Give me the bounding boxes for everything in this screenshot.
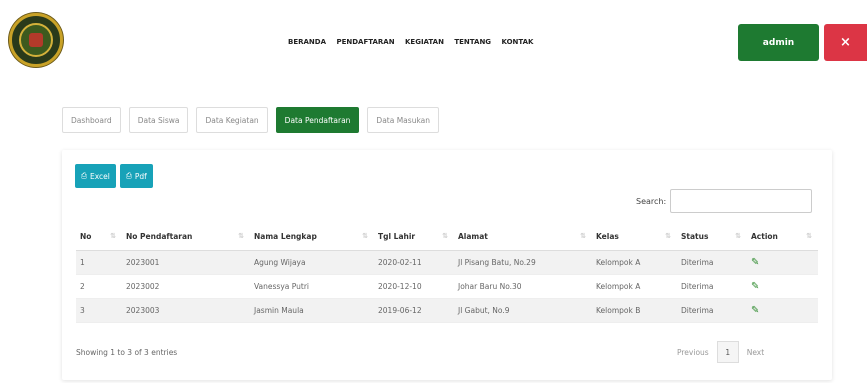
col-header-no-pendaftaran[interactable]: No Pendaftaran ⇅ — [122, 224, 250, 251]
cell-no: 1 — [76, 250, 122, 275]
next-button[interactable]: Next — [747, 348, 764, 357]
col-header-action[interactable]: Action ⇅ — [747, 224, 818, 251]
printer-icon: ⎙ — [81, 171, 87, 180]
close-button[interactable]: × — [824, 24, 867, 61]
tab-dashboard[interactable]: Dashboard — [62, 107, 121, 133]
col-header-no[interactable]: No ⇅ — [76, 224, 122, 251]
export-toolbar: ⎙ Excel ⎙ Pdf — [75, 164, 153, 188]
cell-alamat: Jl Gabut, No.9 — [454, 298, 592, 323]
printer-icon: ⎙ — [125, 171, 132, 180]
nav-kontak[interactable]: KONTAK — [501, 38, 533, 46]
cell-tgl-lahir: 2019-06-12 — [374, 298, 454, 323]
table-row: 3 2023003 Jasmin Maula 2019-06-12 Jl Gab… — [76, 298, 818, 323]
excel-button[interactable]: ⎙ Excel — [75, 164, 116, 188]
nav-kegiatan[interactable]: KEGIATAN — [405, 38, 444, 46]
cell-status: Diterima — [677, 274, 747, 299]
cell-nama: Agung Wijaya — [250, 250, 374, 275]
table-header-row: No ⇅ No Pendaftaran ⇅ Nama Lengkap ⇅ Tgl La… — [76, 224, 818, 251]
cell-alamat: Johar Baru No.30 — [454, 274, 592, 299]
edit-icon[interactable]: ✎ — [751, 305, 759, 316]
pagination: Previous 1 Next — [677, 341, 764, 363]
cell-nama: Vanessya Putri — [250, 274, 374, 299]
excel-label: Excel — [90, 171, 110, 181]
sort-icon: ⇅ — [442, 232, 448, 240]
cell-status: Diterima — [677, 250, 747, 275]
cell-status: Diterima — [677, 298, 747, 323]
edit-icon[interactable]: ✎ — [751, 257, 759, 268]
sort-icon: ⇅ — [238, 232, 244, 240]
cell-no-pendaftaran: 2023001 — [122, 250, 250, 275]
nav-tentang[interactable]: TENTANG — [454, 38, 491, 46]
search-input[interactable] — [670, 189, 813, 213]
edit-icon[interactable]: ✎ — [751, 281, 759, 292]
registration-card: ⎙ Excel ⎙ Pdf Search: No ⇅ No Pendaftaran… — [62, 150, 832, 380]
pdf-label: Pdf — [134, 171, 147, 181]
col-header-status[interactable]: Status ⇅ — [677, 224, 747, 251]
action-cell: ✎ — [747, 298, 818, 323]
pdf-button[interactable]: ⎙ Pdf — [119, 164, 153, 188]
col-header-nama-lengkap[interactable]: Nama Lengkap ⇅ — [250, 224, 374, 251]
tab-data-pendaftaran[interactable]: Data Pendaftaran — [275, 107, 360, 133]
sort-icon: ⇅ — [580, 232, 586, 240]
cell-no: 2 — [76, 274, 122, 299]
nav-beranda[interactable]: BERANDA — [288, 38, 326, 46]
col-header-alamat[interactable]: Alamat ⇅ — [454, 224, 592, 251]
sort-icon: ⇅ — [806, 232, 812, 240]
registration-table: No ⇅ No Pendaftaran ⇅ Nama Lengkap ⇅ Tgl La… — [76, 224, 818, 323]
action-cell: ✎ — [747, 250, 818, 275]
search-label: Search: — [636, 196, 667, 206]
cell-tgl-lahir: 2020-02-11 — [374, 250, 454, 275]
action-cell: ✎ — [747, 274, 818, 299]
page-1-button[interactable]: 1 — [716, 341, 739, 363]
admin-tabs: Dashboard Data Siswa Data Kegiatan Data … — [62, 107, 440, 133]
cell-kelas: Kelompok B — [592, 298, 677, 323]
previous-button[interactable]: Previous — [677, 348, 709, 357]
cell-no-pendaftaran: 2023002 — [122, 274, 250, 299]
sort-icon: ⇅ — [735, 232, 741, 240]
table-info: Showing 1 to 3 of 3 entries — [76, 348, 178, 357]
cell-kelas: Kelompok A — [592, 274, 677, 299]
tab-data-masukan[interactable]: Data Masukan — [367, 107, 440, 133]
school-logo — [9, 13, 63, 67]
sort-icon: ⇅ — [110, 232, 116, 240]
cell-kelas: Kelompok A — [592, 250, 677, 275]
col-header-kelas[interactable]: Kelas ⇅ — [592, 224, 677, 251]
cell-tgl-lahir: 2020-12-10 — [374, 274, 454, 299]
sort-icon: ⇅ — [362, 232, 368, 240]
main-nav: BERANDA PENDAFTARAN KEGIATAN TENTANG KON… — [288, 38, 533, 46]
cell-no-pendaftaran: 2023003 — [122, 298, 250, 323]
col-header-tgl-lahir[interactable]: Tgl Lahir ⇅ — [374, 224, 454, 251]
tab-data-siswa[interactable]: Data Siswa — [128, 107, 189, 133]
table-row: 1 2023001 Agung Wijaya 2020-02-11 Jl Pis… — [76, 250, 818, 275]
cell-no: 3 — [76, 298, 122, 323]
cell-alamat: Jl Pisang Batu, No.29 — [454, 250, 592, 275]
sort-icon: ⇅ — [665, 232, 671, 240]
table-row: 2 2023002 Vanessya Putri 2020-12-10 Joha… — [76, 274, 818, 299]
search-area: Search: — [636, 189, 813, 213]
cell-nama: Jasmin Maula — [250, 298, 374, 323]
nav-pendaftaran[interactable]: PENDAFTARAN — [336, 38, 394, 46]
admin-button[interactable]: admin — [738, 24, 819, 61]
tab-data-kegiatan[interactable]: Data Kegiatan — [196, 107, 268, 133]
